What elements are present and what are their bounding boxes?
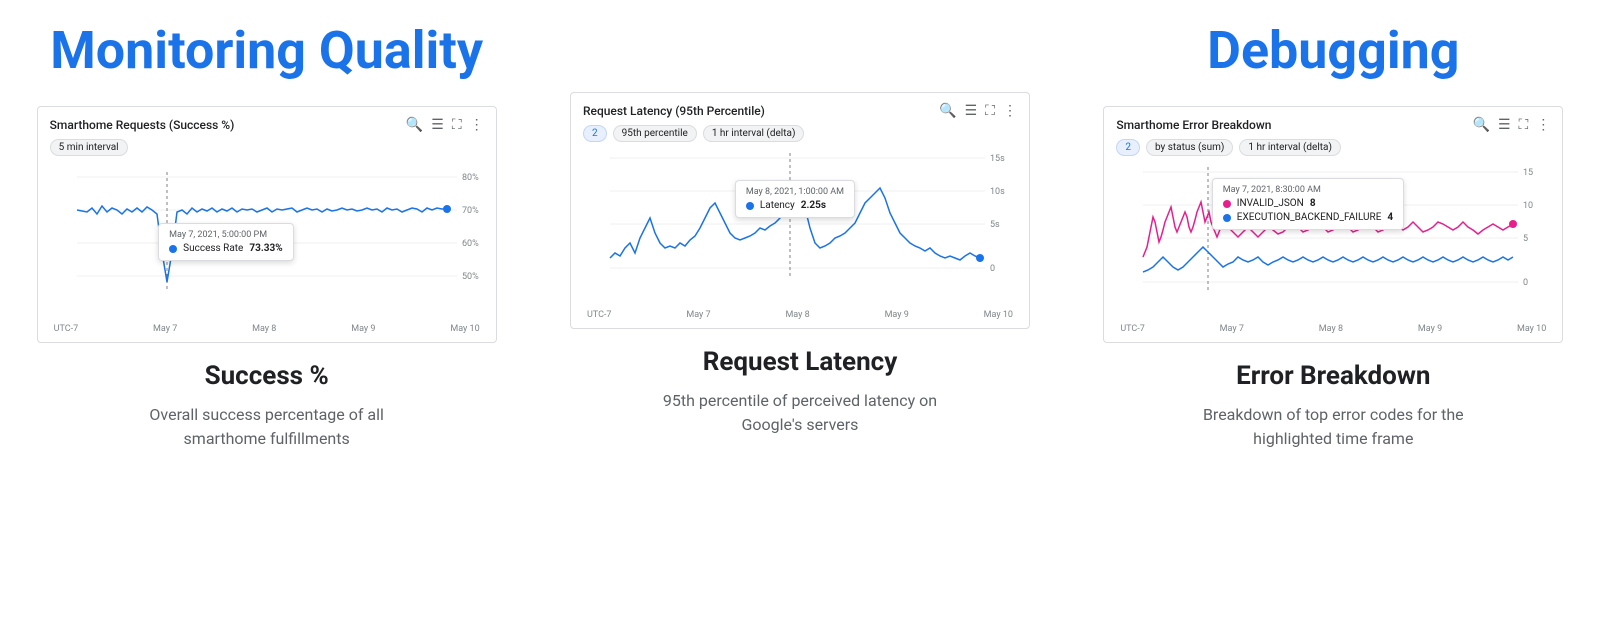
svg-text:15: 15 [1523,168,1533,178]
success-search-icon[interactable]: 🔍 [406,117,423,133]
latency-x-may7: May 7 [686,310,710,320]
error-chart-title: Smarthome Error Breakdown [1116,118,1271,132]
latency-expand-icon[interactable]: ⛶ [985,103,995,119]
success-chips: 5 min interval [50,139,484,156]
latency-chip-interval[interactable]: 1 hr interval (delta) [703,125,805,142]
error-x-may10: May 10 [1517,324,1546,334]
error-x-may7: May 7 [1220,324,1244,334]
svg-text:80%: 80% [462,173,479,183]
page: Monitoring Quality Smarthome Requests (S… [0,0,1600,481]
svg-text:15s: 15s [990,154,1005,164]
svg-text:5: 5 [1523,234,1528,244]
success-chart-card: Smarthome Requests (Success %) 🔍 ☰ ⛶ ⋮ 5… [37,106,497,343]
error-x-may8: May 8 [1319,324,1343,334]
latency-chip-percentile[interactable]: 95th percentile [613,125,697,142]
latency-x-may9: May 9 [885,310,909,320]
latency-chart-icons: 🔍 ☰ ⛶ ⋮ [939,103,1017,119]
latency-section: Request Latency (95th Percentile) 🔍 ☰ ⛶ … [533,20,1066,451]
latency-chart-footer: UTC-7 May 7 May 8 May 9 May 10 [583,310,1017,320]
svg-text:0: 0 [990,264,995,274]
latency-chip-filter[interactable]: 2 [583,125,607,142]
svg-text:5s: 5s [990,220,1000,230]
latency-legend-icon[interactable]: ☰ [965,103,978,119]
latency-chart-header: Request Latency (95th Percentile) 🔍 ☰ ⛶ … [583,103,1017,119]
svg-text:10: 10 [1523,201,1533,211]
error-search-icon[interactable]: 🔍 [1473,117,1490,133]
svg-text:60%: 60% [462,239,479,249]
success-x-may7: May 7 [153,324,177,334]
error-chip-status[interactable]: by status (sum) [1146,139,1233,156]
latency-x-may8: May 8 [785,310,809,320]
error-chip-filter[interactable]: 2 [1116,139,1140,156]
success-x-may9: May 9 [351,324,375,334]
latency-more-icon[interactable]: ⋮ [1003,103,1017,119]
error-expand-icon[interactable]: ⛶ [1519,117,1529,133]
debugging-section: Debugging Smarthome Error Breakdown 🔍 ☰ … [1067,20,1600,451]
latency-chart-area: 15s 10s 5s 0 May 8, 2021, 1:00:00 AM Lat… [583,148,1017,308]
success-chip-interval[interactable]: 5 min interval [50,139,128,156]
success-x-may10: May 10 [450,324,479,334]
success-metric-title: Success % [205,361,329,391]
success-chart-footer: UTC-7 May 7 May 8 May 9 May 10 [50,324,484,334]
error-chart-header: Smarthome Error Breakdown 🔍 ☰ ⛶ ⋮ [1116,117,1550,133]
error-chip-interval[interactable]: 1 hr interval (delta) [1239,139,1341,156]
error-x-utc: UTC-7 [1120,324,1145,334]
latency-chart-card: Request Latency (95th Percentile) 🔍 ☰ ⛶ … [570,92,1030,329]
success-x-utc: UTC-7 [54,324,79,334]
svg-text:10s: 10s [990,187,1005,197]
latency-search-icon[interactable]: 🔍 [939,103,956,119]
success-legend-icon[interactable]: ☰ [431,117,444,133]
svg-text:0: 0 [1523,278,1528,288]
latency-metric-title: Request Latency [703,347,898,377]
error-more-icon[interactable]: ⋮ [1536,117,1550,133]
success-chart-header: Smarthome Requests (Success %) 🔍 ☰ ⛶ ⋮ [50,117,484,133]
latency-chart-svg: 15s 10s 5s 0 [583,148,1017,308]
success-metric-desc: Overall success percentage of all smarth… [117,403,417,451]
debugging-title: Debugging [1207,20,1459,82]
monitoring-title: Monitoring Quality [50,20,483,82]
error-chart-area: 15 10 5 0 May 7, 2021, 8:30:00 AM INVALI… [1116,162,1550,322]
success-chart-icons: 🔍 ☰ ⛶ ⋮ [406,117,484,133]
error-x-may9: May 9 [1418,324,1442,334]
error-chart-svg: 15 10 5 0 [1116,162,1550,322]
error-chart-footer: UTC-7 May 7 May 8 May 9 May 10 [1116,324,1550,334]
success-expand-icon[interactable]: ⛶ [452,117,462,133]
svg-text:70%: 70% [462,206,479,216]
latency-chips: 2 95th percentile 1 hr interval (delta) [583,125,1017,142]
error-chart-card: Smarthome Error Breakdown 🔍 ☰ ⛶ ⋮ 2 by s… [1103,106,1563,343]
error-metric-desc: Breakdown of top error codes for the hig… [1183,403,1483,451]
error-metric-title: Error Breakdown [1236,361,1430,391]
latency-chart-title: Request Latency (95th Percentile) [583,104,765,118]
svg-text:50%: 50% [462,272,479,282]
latency-x-may10: May 10 [984,310,1013,320]
success-chart-title: Smarthome Requests (Success %) [50,118,235,132]
success-x-may8: May 8 [252,324,276,334]
error-chart-icons: 🔍 ☰ ⛶ ⋮ [1473,117,1551,133]
success-chart-svg: 80% 70% 60% 50% [50,162,484,322]
monitoring-section: Monitoring Quality Smarthome Requests (S… [0,20,533,451]
latency-metric-desc: 95th percentile of perceived latency on … [650,389,950,437]
latency-x-utc: UTC-7 [587,310,612,320]
success-chart-area: 80% 70% 60% 50% May 7, 2021, 5:00:00 PM … [50,162,484,322]
error-legend-icon[interactable]: ☰ [1498,117,1511,133]
error-chips: 2 by status (sum) 1 hr interval (delta) [1116,139,1550,156]
success-more-icon[interactable]: ⋮ [470,117,484,133]
